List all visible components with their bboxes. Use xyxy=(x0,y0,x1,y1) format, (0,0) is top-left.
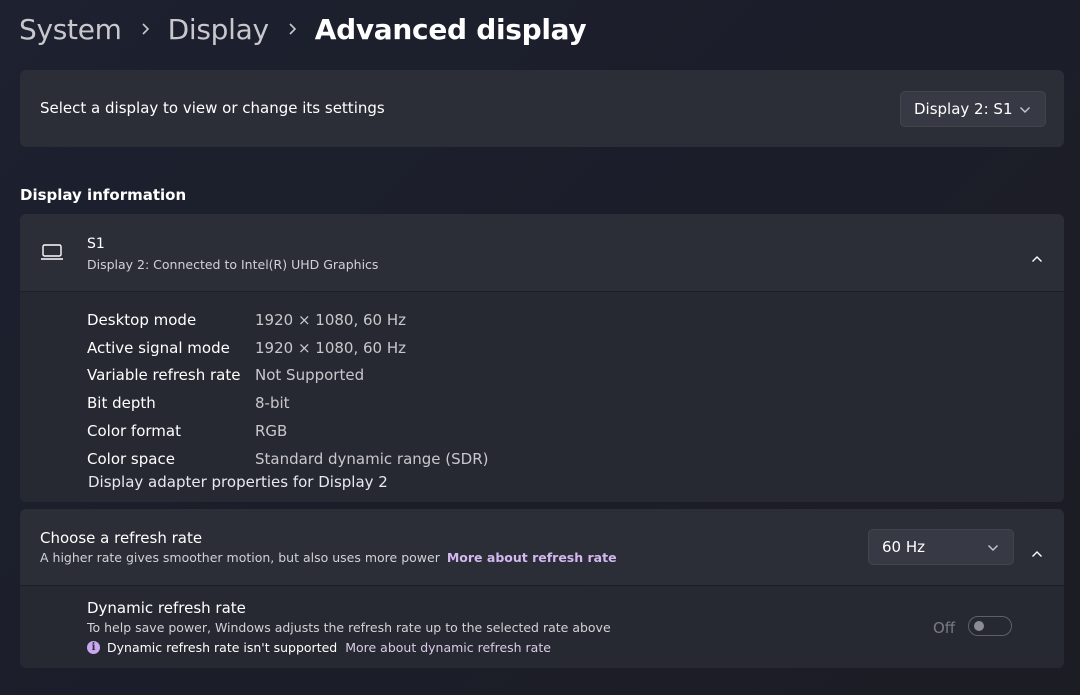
display-select-dropdown[interactable]: Display 2: S1 xyxy=(900,91,1046,127)
info-key: Variable refresh rate xyxy=(87,366,241,385)
refresh-rate-title: Choose a refresh rate xyxy=(40,529,203,547)
info-row-color-format: Color format RGB xyxy=(87,417,488,445)
dynamic-refresh-toggle[interactable] xyxy=(968,616,1012,636)
dynamic-refresh-unsupported-text: Dynamic refresh rate isn't supported xyxy=(107,640,338,655)
refresh-rate-card: Choose a refresh rate A higher rate give… xyxy=(20,509,1064,585)
page-title: Advanced display xyxy=(314,12,587,46)
chevron-down-icon xyxy=(1019,100,1031,118)
info-key: Active signal mode xyxy=(87,338,230,357)
display-info-list: Desktop mode 1920 × 1080, 60 Hz Active s… xyxy=(87,306,488,473)
info-key: Color space xyxy=(87,449,175,468)
dynamic-refresh-card: Dynamic refresh rate To help save power,… xyxy=(20,586,1064,668)
display-adapter-properties-link[interactable]: Display adapter properties for Display 2 xyxy=(88,473,388,491)
display-info-header[interactable]: S1 Display 2: Connected to Intel(R) UHD … xyxy=(20,214,1064,291)
info-value: Not Supported xyxy=(255,366,365,385)
display-select-card: Select a display to view or change its s… xyxy=(20,70,1064,147)
chevron-down-icon xyxy=(987,538,999,556)
refresh-rate-description: A higher rate gives smoother motion, but… xyxy=(40,550,617,565)
breadcrumb-system[interactable]: System xyxy=(19,13,122,46)
info-key: Desktop mode xyxy=(87,310,197,329)
info-value: 8-bit xyxy=(255,394,290,413)
info-row-variable-refresh-rate: Variable refresh rate Not Supported xyxy=(87,362,488,390)
display-select-value: Display 2: S1 xyxy=(914,100,1013,118)
display-info-details: Desktop mode 1920 × 1080, 60 Hz Active s… xyxy=(20,292,1064,502)
display-select-label: Select a display to view or change its s… xyxy=(40,99,385,117)
info-value: RGB xyxy=(255,422,288,441)
dynamic-refresh-title: Dynamic refresh rate xyxy=(87,599,246,617)
info-value: 1920 × 1080, 60 Hz xyxy=(255,310,406,329)
dynamic-refresh-toggle-label: Off xyxy=(933,619,956,637)
breadcrumb: System Display Advanced display xyxy=(19,8,587,50)
dynamic-refresh-note: i Dynamic refresh rate isn't supported M… xyxy=(87,640,551,655)
chevron-up-icon[interactable] xyxy=(1031,248,1043,267)
breadcrumb-display[interactable]: Display xyxy=(168,13,269,46)
more-about-dynamic-refresh-link[interactable]: More about dynamic refresh rate xyxy=(345,640,551,655)
info-row-color-space: Color space Standard dynamic range (SDR) xyxy=(87,445,488,473)
display-connection: Display 2: Connected to Intel(R) UHD Gra… xyxy=(87,257,379,272)
refresh-rate-value: 60 Hz xyxy=(882,538,926,556)
refresh-rate-subtitle: A higher rate gives smoother motion, but… xyxy=(40,550,440,565)
info-value: Standard dynamic range (SDR) xyxy=(255,449,489,468)
display-name: S1 xyxy=(87,236,105,252)
display-information-heading: Display information xyxy=(20,186,187,204)
chevron-up-icon[interactable] xyxy=(1031,543,1043,562)
info-key: Bit depth xyxy=(87,394,156,413)
laptop-icon xyxy=(40,243,64,265)
chevron-right-icon xyxy=(269,22,315,36)
refresh-rate-dropdown[interactable]: 60 Hz xyxy=(868,529,1014,565)
info-row-desktop-mode: Desktop mode 1920 × 1080, 60 Hz xyxy=(87,306,488,334)
info-row-active-signal-mode: Active signal mode 1920 × 1080, 60 Hz xyxy=(87,334,488,362)
dynamic-refresh-description: To help save power, Windows adjusts the … xyxy=(87,620,611,635)
info-row-bit-depth: Bit depth 8-bit xyxy=(87,389,488,417)
info-key: Color format xyxy=(87,422,181,441)
more-about-refresh-rate-link[interactable]: More about refresh rate xyxy=(447,550,617,565)
info-value: 1920 × 1080, 60 Hz xyxy=(255,338,406,357)
toggle-knob xyxy=(974,621,984,631)
chevron-right-icon xyxy=(122,22,168,36)
info-icon: i xyxy=(87,641,100,654)
